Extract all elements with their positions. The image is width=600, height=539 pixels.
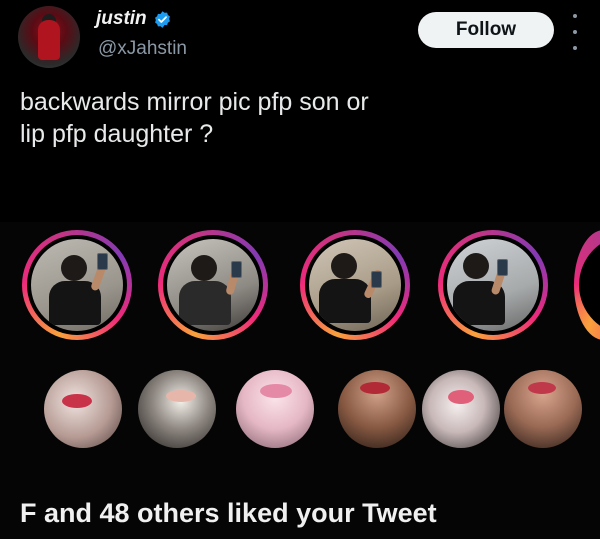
lip-pfp-1 [44,370,122,448]
avatar-figure [38,20,60,60]
story-pfp-4 [438,230,548,340]
author-name-row: justin [96,8,172,30]
lip-pfp-4 [338,370,416,448]
lip-pfp-5 [422,370,500,448]
story-pfp-2 [158,230,268,340]
follow-button[interactable]: Follow [418,12,554,48]
tweet-media-image[interactable] [0,222,600,539]
tweet-header: justin @xJahstin Follow [0,0,600,80]
lip-pfp-6 [504,370,582,448]
lip-pfp-2 [138,370,216,448]
story-pfp-1 [22,230,132,340]
lip-pfp-3 [236,370,314,448]
author-display-name[interactable]: justin [96,8,147,30]
author-avatar[interactable] [18,6,80,68]
story-pfp-3 [300,230,410,340]
author-handle[interactable]: @xJahstin [98,38,187,60]
more-options-icon[interactable] [567,14,583,50]
story-pfp-partial [574,230,600,340]
media-caption: F and 48 others liked your Tweet [20,498,437,528]
tweet-text: backwards mirror pic pfp son or lip pfp … [20,88,369,148]
verified-badge-icon [154,10,170,28]
